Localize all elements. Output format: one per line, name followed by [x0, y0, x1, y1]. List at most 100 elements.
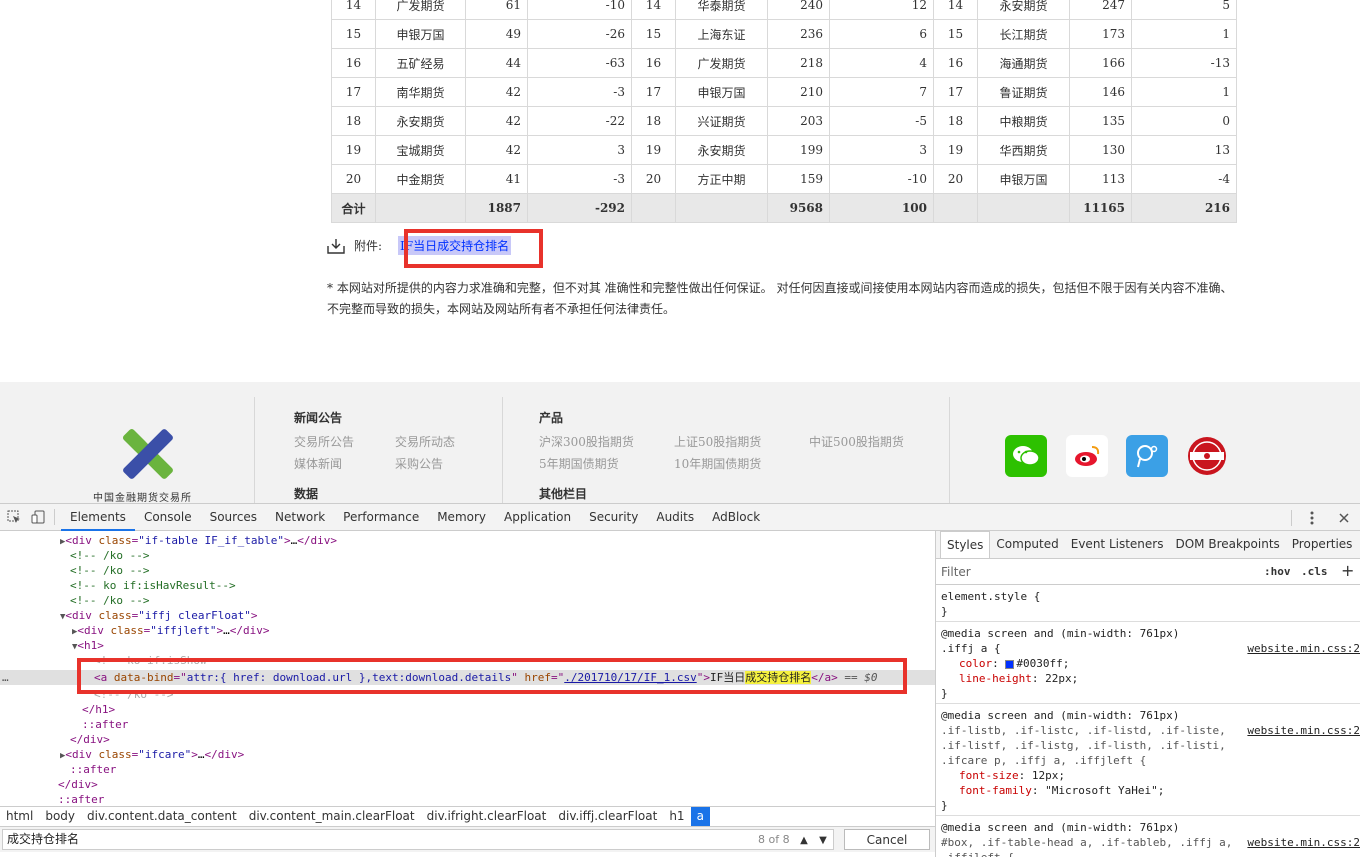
ranking-table: 14 广发期货 61 -10 14 华泰期货 240 12 14 永安期货 247 5 15 申银万国 49… — [331, 0, 1237, 223]
footer-link-5y-bond[interactable]: 5年期国债期货 — [539, 455, 619, 472]
find-bar: 成交持仓排名 8 of 8 ▲ ▼ Cancel — [0, 826, 935, 852]
table-cell: 13 — [1131, 135, 1237, 165]
cls-toggle[interactable]: .cls — [1301, 565, 1328, 578]
dom-comment[interactable]: <!-- ko if:isHavResult--> — [0, 578, 935, 593]
tab-event-listeners[interactable]: Event Listeners — [1065, 531, 1170, 558]
footer-link-10y-bond[interactable]: 10年期国债期货 — [674, 455, 761, 472]
tab-memory[interactable]: Memory — [428, 504, 495, 531]
search-input[interactable]: 成交持仓排名 — [2, 829, 834, 850]
device-toolbar-icon[interactable] — [28, 507, 48, 527]
dom-node[interactable]: ▶<div class="ifcare">…</div> — [0, 747, 935, 762]
style-rule[interactable]: website.min.css:2 @media screen and (min… — [936, 816, 1360, 857]
styles-tabs: Styles Computed Event Listeners DOM Brea… — [936, 531, 1360, 559]
dom-comment[interactable]: <!-- /ko --> — [0, 548, 935, 563]
table-cell: 166 — [1069, 48, 1132, 78]
next-match-icon[interactable]: ▼ — [814, 831, 832, 849]
rule-source-link[interactable]: website.min.css:2 — [1247, 723, 1360, 738]
breadcrumb-item[interactable]: html — [0, 807, 39, 826]
dom-node[interactable]: </div> — [0, 732, 935, 747]
table-cell: 113 — [1069, 164, 1132, 194]
dom-node[interactable]: ▶<div class="if-table IF_if_table">…</di… — [0, 533, 935, 548]
breadcrumb-item[interactable]: div.content.data_content — [81, 807, 243, 826]
dom-node[interactable]: ▼<div class="iffj clearFloat"> — [0, 608, 935, 623]
close-icon[interactable] — [1334, 508, 1354, 528]
cancel-button[interactable]: Cancel — [844, 829, 930, 850]
table-cell: 鲁证期货 — [977, 77, 1070, 107]
dom-node[interactable]: </h1> — [0, 702, 935, 717]
footer-link-sse50[interactable]: 上证50股指期货 — [674, 433, 761, 450]
tab-performance[interactable]: Performance — [334, 504, 428, 531]
footer-link-exchange-notice[interactable]: 交易所公告 — [294, 433, 354, 450]
breadcrumb-item[interactable]: div.iffj.clearFloat — [552, 807, 663, 826]
tab-computed[interactable]: Computed — [990, 531, 1064, 558]
table-cell: 19 — [933, 135, 978, 165]
table-cell: 159 — [767, 164, 830, 194]
table-cell: -13 — [1131, 48, 1237, 78]
website-view: 14 广发期货 61 -10 14 华泰期货 240 12 14 永安期货 247 5 15 申银万国 49… — [0, 0, 1360, 503]
tab-elements[interactable]: Elements — [61, 504, 135, 531]
rule-source-link[interactable]: website.min.css:2 — [1247, 641, 1360, 656]
breadcrumb-item[interactable]: body — [39, 807, 81, 826]
table-row: 16 五矿经易 44 -63 16 广发期货 218 4 16 海通期货 166 -13 — [331, 48, 1237, 78]
footer-link-exchange-news[interactable]: 交易所动态 — [395, 433, 455, 450]
table-cell: 宝城期货 — [375, 135, 466, 165]
table-cell: 18 — [331, 106, 376, 136]
dom-node[interactable]: ▶<div class="iffjleft">…</div> — [0, 623, 935, 638]
dom-pseudo[interactable]: ::after — [0, 762, 935, 777]
table-cell: 16 — [331, 48, 376, 78]
table-cell: 中金期货 — [375, 164, 466, 194]
footer-link-csi500[interactable]: 中证500股指期货 — [809, 433, 904, 450]
table-cell: -10 — [829, 164, 934, 194]
breadcrumb-item[interactable]: h1 — [663, 807, 690, 826]
tab-styles[interactable]: Styles — [940, 531, 991, 558]
tab-application[interactable]: Application — [495, 504, 580, 531]
dom-pseudo[interactable]: ::after — [0, 792, 935, 806]
more-options-icon[interactable] — [1302, 508, 1322, 528]
rule-source-link[interactable]: website.min.css:2 — [1247, 835, 1360, 850]
certification-icon[interactable] — [1186, 435, 1228, 477]
table-cell: -22 — [527, 106, 632, 136]
hov-toggle[interactable]: :hov — [1264, 565, 1291, 578]
site-footer: 中国金融期货交易所 新闻公告 交易所公告 交易所动态 媒体新闻 采购公告 数据 … — [0, 382, 1360, 503]
weibo-icon[interactable] — [1066, 435, 1108, 477]
dom-pseudo[interactable]: ::after — [0, 717, 935, 732]
search-match-count: 8 of 8 — [758, 833, 790, 846]
color-swatch[interactable] — [1005, 659, 1015, 669]
inspect-element-icon[interactable] — [4, 507, 24, 527]
styles-filter[interactable]: Filter :hov .cls + — [936, 559, 1360, 585]
table-cell: 华西期货 — [977, 135, 1070, 165]
dom-node[interactable]: </div> — [0, 777, 935, 792]
footer-link-procurement[interactable]: 采购公告 — [395, 455, 443, 472]
table-cell: 100 — [829, 193, 934, 223]
tab-security[interactable]: Security — [580, 504, 647, 531]
font-family-value: "Microsoft YaHei" — [1045, 784, 1158, 797]
rule-media: @media screen and (min-width: 761px) — [941, 627, 1180, 640]
tab-dom-breakpoints[interactable]: DOM Breakpoints — [1169, 531, 1285, 558]
style-rule-element[interactable]: element.style { } — [936, 585, 1360, 622]
dom-node[interactable]: ▼<h1> — [0, 638, 935, 653]
footer-link-media-news[interactable]: 媒体新闻 — [294, 455, 342, 472]
dom-comment[interactable]: <!-- /ko --> — [0, 593, 935, 608]
table-cell: 5 — [1131, 0, 1237, 20]
separator — [54, 509, 55, 525]
new-rule-icon[interactable]: + — [1341, 561, 1354, 580]
breadcrumb-item-active[interactable]: a — [690, 807, 710, 826]
style-rule[interactable]: website.min.css:2 @media screen and (min… — [936, 622, 1360, 704]
tab-adblock[interactable]: AdBlock — [703, 504, 769, 531]
tab-properties[interactable]: Properties — [1286, 531, 1359, 558]
previous-match-icon[interactable]: ▲ — [795, 831, 813, 849]
logo-text: 中国金融期货交易所 — [93, 493, 192, 503]
style-rule[interactable]: website.min.css:2 @media screen and (min… — [936, 704, 1360, 816]
table-cell: 20 — [331, 164, 376, 194]
tab-audits[interactable]: Audits — [647, 504, 703, 531]
app-icon[interactable] — [1126, 435, 1168, 477]
table-cell: 18 — [631, 106, 676, 136]
tab-network[interactable]: Network — [266, 504, 334, 531]
dom-comment[interactable]: <!-- /ko --> — [0, 563, 935, 578]
breadcrumb-item[interactable]: div.ifright.clearFloat — [421, 807, 553, 826]
footer-link-csi300[interactable]: 沪深300股指期货 — [539, 433, 634, 450]
wechat-icon[interactable] — [1005, 435, 1047, 477]
tab-console[interactable]: Console — [135, 504, 201, 531]
breadcrumb-item[interactable]: div.content_main.clearFloat — [243, 807, 421, 826]
tab-sources[interactable]: Sources — [201, 504, 266, 531]
